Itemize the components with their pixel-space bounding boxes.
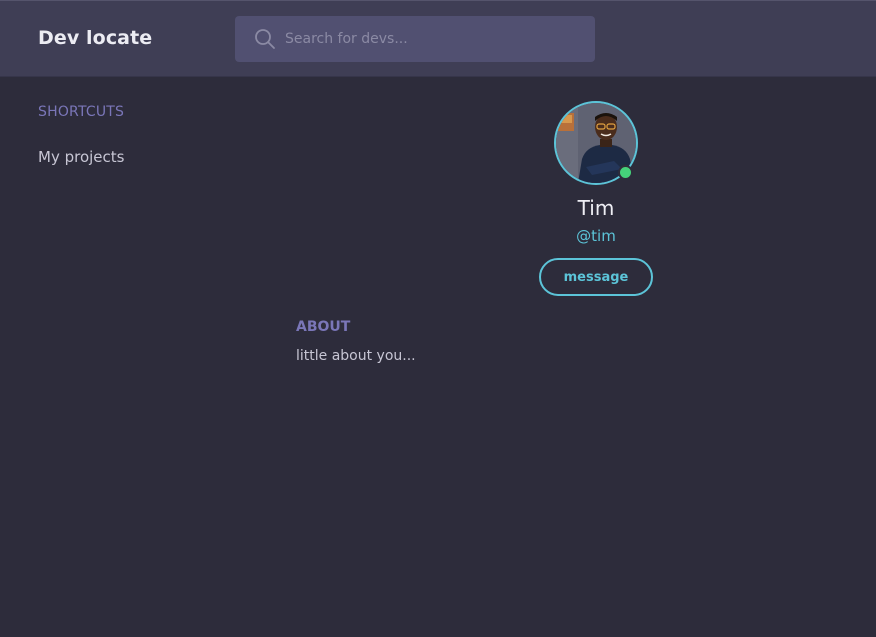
about-text: little about you... <box>296 348 416 364</box>
search-input[interactable] <box>285 16 580 62</box>
profile-avatar-container <box>554 101 638 185</box>
message-button[interactable]: message <box>539 258 653 296</box>
search-bar[interactable] <box>235 16 595 62</box>
top-navbar: Dev locate <box>0 0 876 77</box>
about-heading: ABOUT <box>296 319 351 335</box>
brand-logo-text[interactable]: Dev locate <box>38 27 152 49</box>
online-status-indicator <box>618 165 633 180</box>
profile-handle: @tim <box>576 227 616 245</box>
search-icon <box>255 29 275 49</box>
sidebar-heading: SHORTCUTS <box>38 104 125 120</box>
profile-name: Tim <box>577 196 615 220</box>
sidebar-item-my-projects[interactable]: My projects <box>38 148 124 166</box>
